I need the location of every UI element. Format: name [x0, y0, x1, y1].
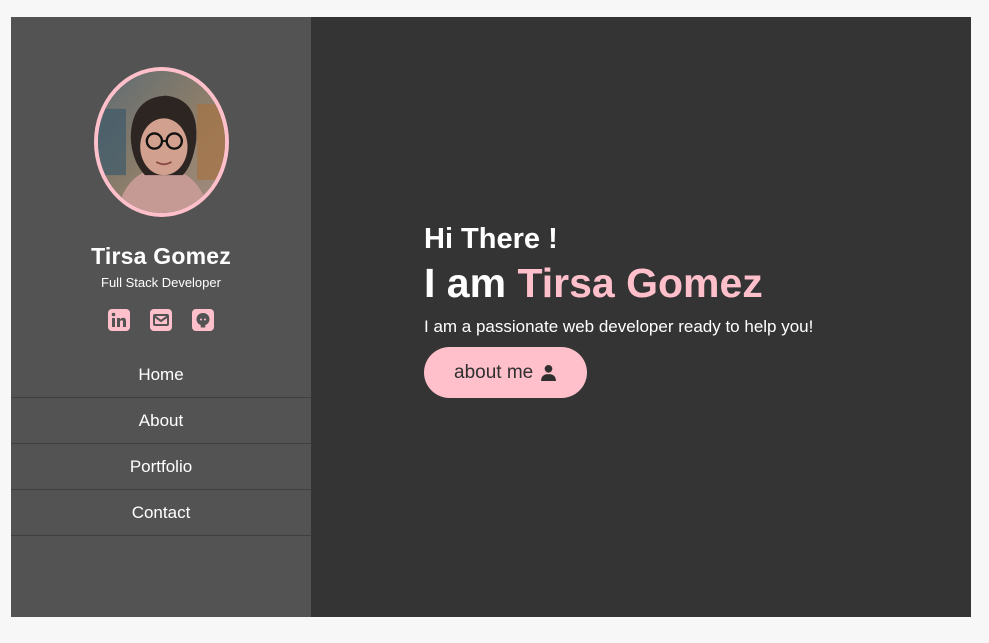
avatar	[93, 67, 229, 217]
nav-item-home[interactable]: Home	[11, 352, 311, 398]
profile-role: Full Stack Developer	[101, 275, 221, 290]
about-me-button[interactable]: about me	[424, 347, 588, 398]
hero-section: Hi There ! I am Tirsa Gomez I am a passi…	[424, 223, 813, 398]
greeting: Hi There !	[424, 223, 558, 255]
about-me-label: about me	[454, 361, 534, 383]
envelope-icon[interactable]	[149, 308, 173, 332]
profile-name: Tirsa Gomez	[91, 243, 231, 269]
portfolio-page: Tirsa Gomez Full Stack Developer Home Ab…	[11, 17, 971, 617]
sidebar: Tirsa Gomez Full Stack Developer Home Ab…	[11, 17, 311, 617]
nav-item-contact[interactable]: Contact	[11, 490, 311, 536]
github-icon[interactable]	[191, 308, 215, 332]
nav-item-about[interactable]: About	[11, 398, 311, 444]
user-icon	[541, 364, 557, 381]
linkedin-icon[interactable]	[107, 308, 131, 332]
intro-headline: I am Tirsa Gomez	[424, 260, 813, 307]
nav-item-portfolio[interactable]: Portfolio	[11, 444, 311, 490]
tagline: I am a passionate web developer ready to…	[424, 317, 814, 336]
sidebar-nav: Home About Portfolio Contact	[11, 352, 311, 536]
main-content: Hi There ! I am Tirsa Gomez I am a passi…	[311, 17, 971, 617]
profile-photo	[97, 71, 225, 213]
intro-name: Tirsa Gomez	[517, 260, 763, 306]
social-links	[107, 308, 215, 332]
intro-prefix: I am	[424, 260, 507, 306]
